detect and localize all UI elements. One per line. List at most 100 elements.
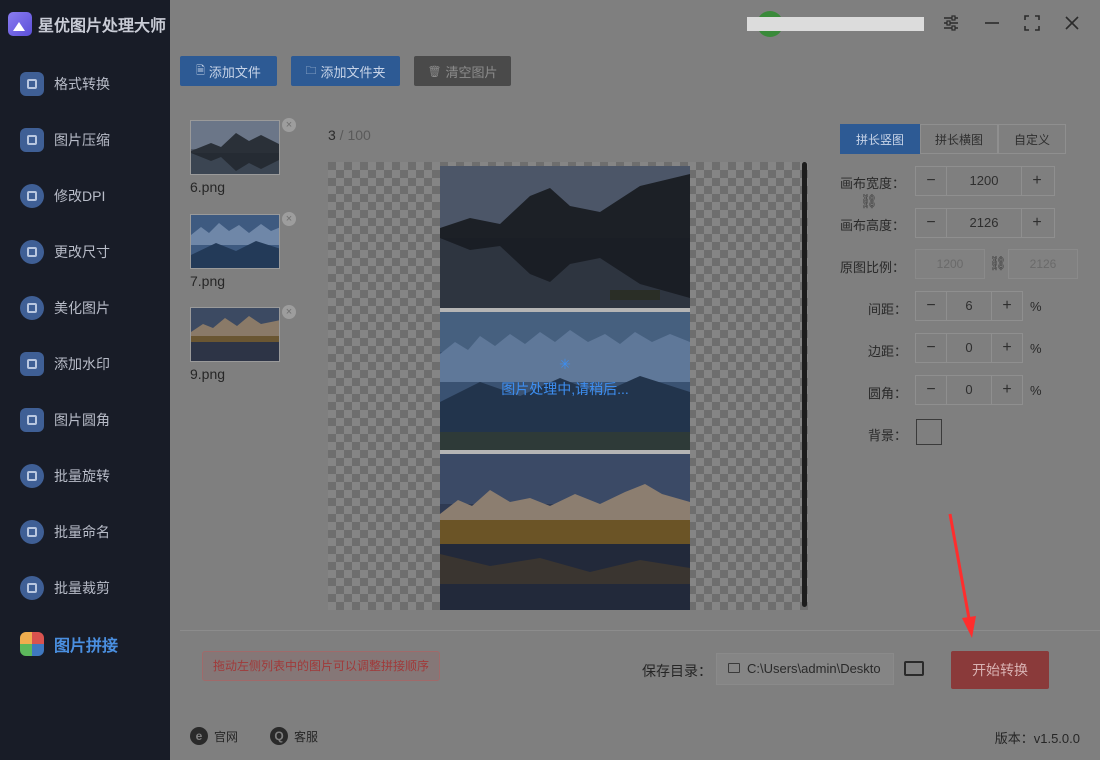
original-ratio-label: 原图比例：	[840, 260, 906, 275]
compress-icon	[20, 128, 44, 152]
trash-icon: 🗑	[427, 65, 442, 78]
remove-file-icon[interactable]: ×	[282, 118, 296, 132]
canvas-width-decrement[interactable]: −	[916, 167, 946, 195]
sidebar-item-compress[interactable]: 图片压缩	[0, 112, 170, 168]
sidebar-item-label: 格式转换	[54, 76, 110, 92]
sidebar-item-format-convert[interactable]: 格式转换	[0, 56, 170, 112]
canvas-height-decrement[interactable]: −	[916, 209, 946, 237]
spacing-input[interactable]: 6	[946, 292, 992, 320]
thumbnail	[190, 214, 280, 269]
spacing-increment[interactable]: +	[992, 292, 1022, 320]
ie-browser-icon: e	[190, 727, 208, 745]
app-title-text: 星优图片处理大师	[38, 18, 167, 35]
sidebar-item-round-corner[interactable]: 图片圆角	[0, 392, 170, 448]
file-icon: 🗎	[196, 64, 205, 77]
counter-separator: /	[335, 127, 348, 143]
sidebar-item-label: 修改DPI	[54, 188, 106, 204]
thumbnail	[190, 307, 280, 362]
sidebar-item-stitch[interactable]: 图片拼接	[0, 616, 170, 672]
margin-input[interactable]: 0	[946, 334, 992, 362]
margin-increment[interactable]: +	[992, 334, 1022, 362]
service-label: 客服	[294, 729, 319, 744]
margin-decrement[interactable]: −	[916, 334, 946, 362]
website-link[interactable]: e 官网	[190, 727, 238, 745]
app-logo-icon	[8, 12, 32, 36]
canvas-width-increment[interactable]: +	[1022, 167, 1052, 195]
background-label: 背景：	[868, 428, 908, 443]
sidebar-item-label: 批量裁剪	[54, 580, 110, 596]
sidebar-item-beautify[interactable]: 美化图片	[0, 280, 170, 336]
corner-increment[interactable]: +	[992, 376, 1022, 404]
dpi-icon	[20, 184, 44, 208]
margin-unit: %	[1030, 341, 1042, 356]
corner-stepper: − 0 +	[915, 375, 1023, 405]
image-count-max: 100	[347, 127, 371, 143]
spacing-unit: %	[1030, 299, 1042, 314]
round-corner-icon	[20, 408, 44, 432]
stitch-icon	[20, 632, 44, 656]
close-icon[interactable]	[1061, 12, 1083, 34]
sidebar-item-rename[interactable]: 批量命名	[0, 504, 170, 560]
browse-folder-icon[interactable]	[904, 659, 926, 677]
website-label: 官网	[214, 729, 239, 744]
clear-images-button[interactable]: 🗑 清空图片	[414, 56, 511, 86]
file-list-item[interactable]: × 7.png	[190, 212, 296, 289]
clear-images-label: 清空图片	[445, 64, 498, 80]
canvas-width-label: 画布宽度：	[840, 176, 906, 191]
canvas-width-stepper: − 1200 +	[915, 166, 1055, 196]
loading-spinner-icon: ✳	[559, 356, 571, 372]
link-icon[interactable]: ⛓	[860, 193, 878, 210]
canvas-height-input[interactable]: 2126	[946, 209, 1022, 237]
save-dir-input[interactable]: C:\Users\admin\Deskto	[716, 653, 894, 685]
tab-custom[interactable]: 自定义	[998, 124, 1066, 154]
annotation-arrow-icon	[948, 513, 976, 638]
original-height-input: 2126	[1008, 249, 1078, 279]
corner-input[interactable]: 0	[946, 376, 992, 404]
margin-label: 边距：	[868, 344, 908, 359]
preview-image: ✳ 图片处理中,请稍后...	[440, 312, 690, 450]
settings-sliders-icon[interactable]	[940, 12, 962, 34]
add-folder-button[interactable]: 🗀 添加文件夹	[291, 56, 400, 86]
watermark-icon	[20, 352, 44, 376]
sidebar-item-resize[interactable]: 更改尺寸	[0, 224, 170, 280]
sidebar-nav: 格式转换 图片压缩 修改DPI 更改尺寸 美化图片 添加水印 图片圆角 批量旋转…	[0, 56, 170, 672]
sidebar-item-rotate[interactable]: 批量旋转	[0, 448, 170, 504]
beautify-icon	[20, 296, 44, 320]
canvas-height-stepper: − 2126 +	[915, 208, 1055, 238]
loading-overlay: ✳ 图片处理中,请稍后...	[440, 356, 690, 399]
title-bar	[170, 0, 1100, 46]
tab-vertical-stitch[interactable]: 拼长竖图	[840, 124, 920, 154]
canvas-height-increment[interactable]: +	[1022, 209, 1052, 237]
crop-icon	[20, 576, 44, 600]
file-list-item[interactable]: × 6.png	[190, 118, 296, 195]
corner-decrement[interactable]: −	[916, 376, 946, 404]
customer-service-link[interactable]: Q 客服	[270, 727, 318, 745]
app-title: 星优图片处理大师	[8, 10, 166, 38]
spacing-decrement[interactable]: −	[916, 292, 946, 320]
file-name: 6.png	[190, 179, 226, 195]
corner-unit: %	[1030, 383, 1042, 398]
remove-file-icon[interactable]: ×	[282, 212, 296, 226]
spacing-stepper: − 6 +	[915, 291, 1023, 321]
tab-horizontal-stitch[interactable]: 拼长横图	[920, 124, 998, 154]
sidebar-item-watermark[interactable]: 添加水印	[0, 336, 170, 392]
canvas-width-input[interactable]: 1200	[946, 167, 1022, 195]
remove-file-icon[interactable]: ×	[282, 305, 296, 319]
headset-icon: Q	[270, 727, 288, 745]
tab-label: 自定义	[1013, 132, 1050, 147]
file-list-item[interactable]: × 9.png	[190, 305, 296, 382]
file-name: 9.png	[190, 366, 226, 382]
preview-scrollbar[interactable]	[802, 162, 807, 607]
corner-label: 圆角：	[868, 386, 908, 401]
maximize-icon[interactable]	[1021, 12, 1043, 34]
background-color-swatch[interactable]	[916, 419, 942, 445]
original-width-input: 1200	[915, 249, 985, 279]
minimize-icon[interactable]	[981, 12, 1003, 34]
preview-image	[440, 454, 690, 610]
resize-icon	[20, 240, 44, 264]
start-convert-button[interactable]: 开始转换	[951, 651, 1049, 689]
sidebar-item-dpi[interactable]: 修改DPI	[0, 168, 170, 224]
sidebar-item-crop[interactable]: 批量裁剪	[0, 560, 170, 616]
add-file-button[interactable]: 🗎 添加文件	[180, 56, 277, 86]
sidebar-item-label: 批量旋转	[54, 468, 110, 484]
